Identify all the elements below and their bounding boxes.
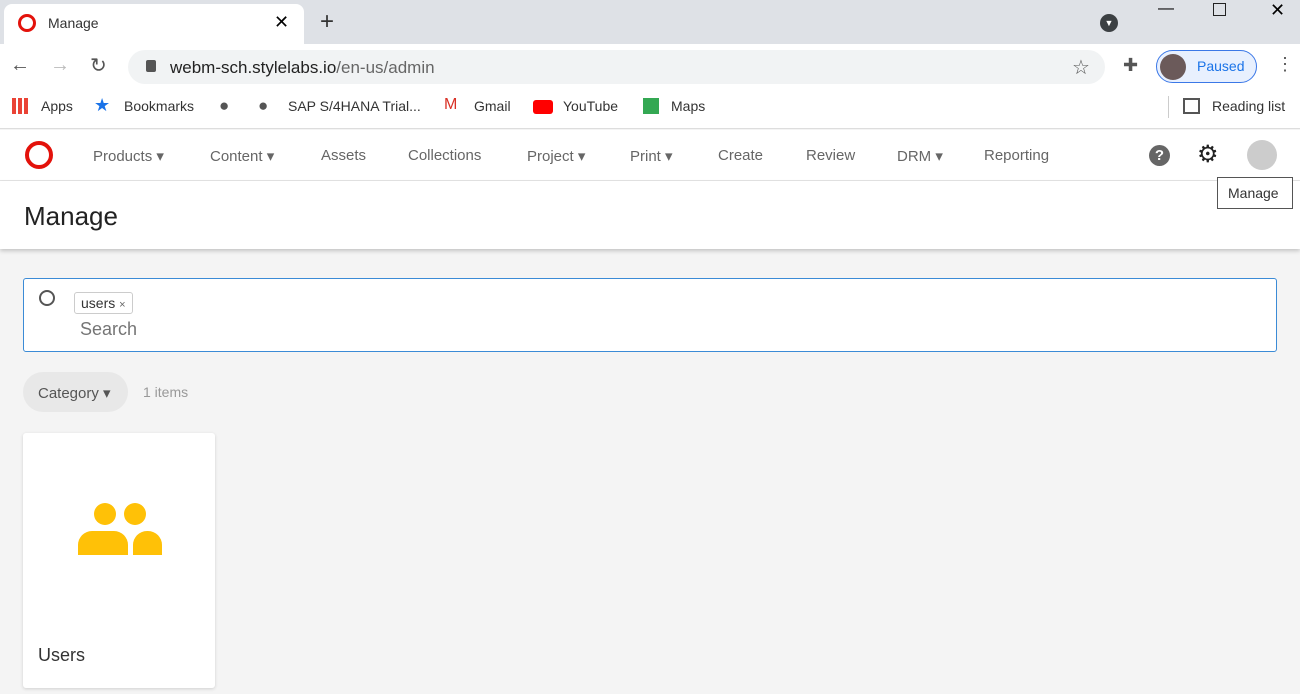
star-icon: ★ <box>94 95 111 115</box>
profile-status: Paused <box>1197 58 1245 74</box>
bookmark-star-icon[interactable]: ☆ <box>1072 55 1090 80</box>
reload-icon[interactable]: ↻ <box>90 53 107 78</box>
nav-products[interactable]: Products ▾ <box>93 147 164 165</box>
tooltip: Manage <box>1217 177 1293 209</box>
browser-tab[interactable]: Manage ✕ <box>4 4 304 44</box>
search-tag[interactable]: users × <box>74 292 133 314</box>
tab-title: Manage <box>48 15 99 31</box>
new-tab-icon[interactable]: + <box>320 8 334 36</box>
globe-icon[interactable]: ● <box>219 96 229 116</box>
close-tab-icon[interactable]: ✕ <box>274 12 289 33</box>
bookmarks-bar: Apps ★ Bookmarks ● ● SAP S/4HANA Trial..… <box>0 88 1300 129</box>
search-input[interactable] <box>80 319 1180 340</box>
forward-icon[interactable]: → <box>50 54 70 77</box>
reading-list-icon <box>1183 98 1200 114</box>
nav-review[interactable]: Review <box>806 147 855 164</box>
app-nav: Products ▾ Content ▾ Assets Collections … <box>0 130 1300 181</box>
sitecore-favicon-icon <box>18 14 36 32</box>
minimize-icon[interactable]: — <box>1158 0 1174 18</box>
tag-label: users <box>81 295 116 311</box>
nav-print[interactable]: Print ▾ <box>630 147 673 165</box>
help-icon[interactable]: ? <box>1149 145 1170 166</box>
gmail-icon: M <box>444 96 458 113</box>
sitecore-logo-icon[interactable] <box>25 141 53 169</box>
bookmark-sap[interactable]: SAP S/4HANA Trial... <box>288 98 421 114</box>
gear-icon[interactable]: ⚙ <box>1197 140 1219 169</box>
user-avatar-icon[interactable] <box>1247 140 1277 170</box>
bookmark-bookmarks[interactable]: Bookmarks <box>124 98 194 114</box>
tooltip-text: Manage <box>1228 185 1279 201</box>
nav-project[interactable]: Project ▾ <box>527 147 585 165</box>
remove-tag-icon[interactable]: × <box>119 299 125 311</box>
nav-collections[interactable]: Collections <box>408 147 481 164</box>
bookmark-maps[interactable]: Maps <box>671 98 705 114</box>
nav-assets[interactable]: Assets <box>321 147 366 164</box>
profile-button[interactable]: Paused <box>1156 50 1257 83</box>
menu-icon[interactable]: ⋮ <box>1276 54 1294 75</box>
extensions-icon[interactable]: ✚ <box>1123 55 1138 76</box>
page-header: Manage <box>0 181 1300 249</box>
category-label: Category ▾ <box>38 385 111 402</box>
url-host: webm-sch.stylelabs.io <box>170 58 337 77</box>
maximize-icon[interactable] <box>1213 3 1226 16</box>
url-path: /en-us/admin <box>336 58 435 77</box>
nav-content[interactable]: Content ▾ <box>210 147 274 165</box>
page-title: Manage <box>24 201 118 231</box>
close-window-icon[interactable]: ✕ <box>1270 0 1285 21</box>
users-card[interactable]: Users <box>23 433 215 688</box>
nav-reporting[interactable]: Reporting <box>984 147 1049 164</box>
divider <box>1168 96 1169 118</box>
search-icon <box>39 290 55 306</box>
bookmark-gmail[interactable]: Gmail <box>474 98 511 114</box>
search-box[interactable]: users × <box>23 278 1277 352</box>
lock-icon <box>146 60 156 72</box>
back-icon[interactable]: ← <box>10 54 30 77</box>
bookmark-apps[interactable]: Apps <box>41 98 73 114</box>
apps-icon <box>12 98 28 114</box>
address-bar[interactable]: webm-sch.stylelabs.io/en-us/admin ☆ <box>128 50 1105 84</box>
nav-create[interactable]: Create <box>718 147 763 164</box>
avatar <box>1160 54 1186 80</box>
users-icon <box>78 501 162 557</box>
globe-icon: ● <box>258 96 269 115</box>
maps-icon <box>643 98 659 114</box>
youtube-icon <box>533 100 553 114</box>
bookmark-youtube[interactable]: YouTube <box>563 98 618 114</box>
reading-list[interactable]: Reading list <box>1212 98 1285 114</box>
item-count: 1 items <box>143 384 189 400</box>
category-filter[interactable]: Category ▾ <box>23 372 128 412</box>
nav-drm[interactable]: DRM ▾ <box>897 147 943 165</box>
tab-search-icon[interactable]: ▼ <box>1100 14 1118 32</box>
card-label: Users <box>38 645 86 665</box>
